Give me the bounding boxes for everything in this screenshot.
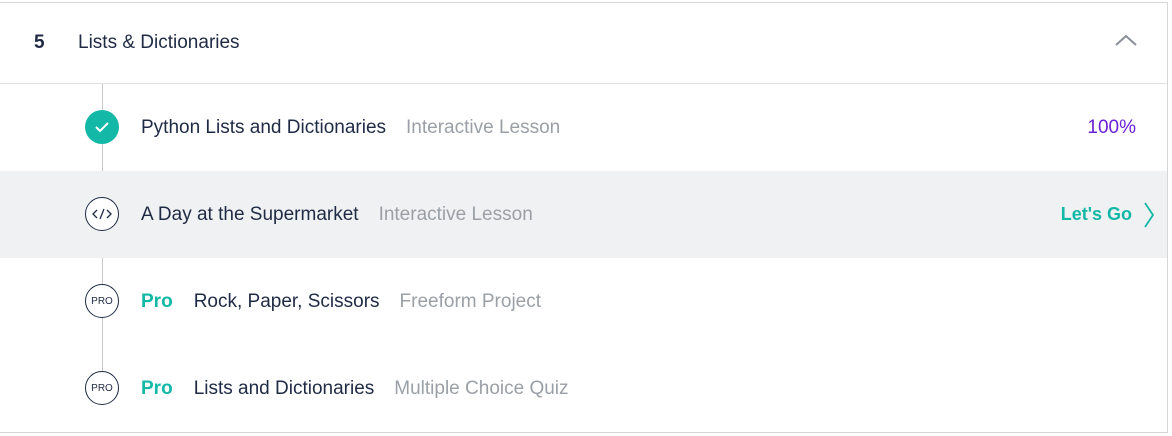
- lesson-row-python-lists-and-dictionaries[interactable]: Python Lists and Dictionaries Interactiv…: [0, 84, 1167, 171]
- pro-icon: PRO: [85, 371, 119, 405]
- section-header[interactable]: 5 Lists & Dictionaries: [0, 3, 1167, 84]
- pro-icon-text: PRO: [91, 382, 113, 394]
- section-title: Lists & Dictionaries: [78, 32, 240, 53]
- pro-badge: Pro: [141, 377, 173, 399]
- lesson-type: Interactive Lesson: [378, 203, 533, 225]
- lesson-type: Freeform Project: [399, 290, 542, 312]
- chevron-up-icon[interactable]: [1114, 33, 1138, 47]
- lesson-type: Multiple Choice Quiz: [394, 377, 569, 399]
- lesson-title[interactable]: A Day at the Supermarket: [141, 204, 359, 226]
- lesson-title[interactable]: Lists and Dictionaries: [194, 378, 375, 400]
- progress-label: 100%: [1087, 116, 1136, 138]
- lets-go-button[interactable]: Let's Go: [1061, 171, 1154, 258]
- section-number: 5: [34, 32, 45, 53]
- lets-go-label: Let's Go: [1060, 204, 1132, 224]
- lesson-row-a-day-at-the-supermarket[interactable]: A Day at the Supermarket Interactive Les…: [0, 171, 1167, 258]
- pro-icon-text: PRO: [91, 295, 113, 307]
- section-panel: 5 Lists & Dictionaries Python Lists and …: [0, 2, 1168, 433]
- code-icon: [85, 197, 119, 231]
- lesson-type: Interactive Lesson: [406, 116, 561, 138]
- lesson-title[interactable]: Rock, Paper, Scissors: [194, 291, 380, 313]
- pro-badge: Pro: [141, 290, 173, 312]
- checkmark-icon: [85, 110, 119, 144]
- lesson-row-lists-and-dictionaries[interactable]: PRO Pro Lists and Dictionaries Multiple …: [0, 345, 1167, 432]
- lesson-row-rock-paper-scissors[interactable]: PRO Pro Rock, Paper, Scissors Freeform P…: [0, 258, 1167, 345]
- lesson-title[interactable]: Python Lists and Dictionaries: [141, 117, 386, 139]
- chevron-right-icon: [1144, 202, 1154, 227]
- pro-icon: PRO: [85, 284, 119, 318]
